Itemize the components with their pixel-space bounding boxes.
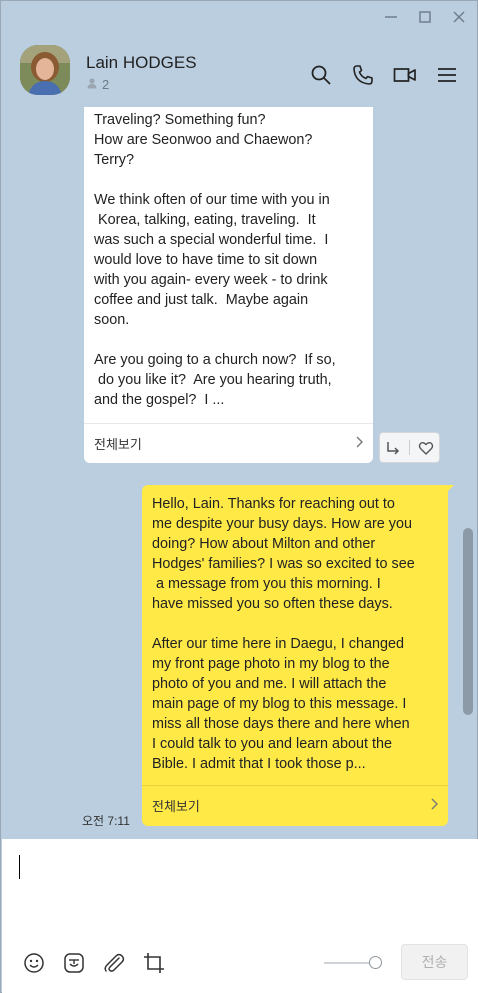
- message-reactions: [379, 432, 440, 463]
- see-all-label: 전체보기: [152, 798, 200, 814]
- member-count-value: 2: [102, 77, 110, 92]
- message-composer: 전송: [2, 839, 478, 993]
- video-icon[interactable]: [393, 63, 417, 87]
- outgoing-message: Hello, Lain. Thanks for reaching out to …: [142, 485, 454, 826]
- incoming-message: Traveling? Something fun? How are Seonwo…: [84, 107, 373, 463]
- chat-title: Lain HODGES: [86, 53, 197, 72]
- attach-icon[interactable]: [101, 950, 127, 976]
- see-all-label: 전체보기: [94, 436, 142, 452]
- chat-header: Lain HODGES 2: [1, 37, 477, 107]
- message-input[interactable]: [19, 853, 459, 933]
- window-controls: [381, 7, 469, 27]
- bubble-tail: [446, 485, 454, 493]
- emoticon-icon[interactable]: [61, 950, 87, 976]
- composer-tools: [21, 950, 167, 976]
- crop-icon[interactable]: [141, 950, 167, 976]
- opacity-slider-handle[interactable]: [369, 956, 382, 969]
- phone-icon[interactable]: [351, 63, 375, 87]
- minimize-icon[interactable]: [381, 7, 401, 27]
- message-timestamp: 오전 7:11: [82, 814, 130, 828]
- chevron-right-icon: [430, 797, 438, 813]
- emoji-icon[interactable]: [21, 950, 47, 976]
- divider: [408, 440, 410, 455]
- avatar[interactable]: [20, 45, 70, 95]
- chevron-right-icon: [355, 435, 363, 451]
- chat-window: Lain HODGES 2 Traveling? Something fun? …: [0, 0, 478, 993]
- search-icon[interactable]: [309, 63, 333, 87]
- outgoing-see-all-button[interactable]: 전체보기: [142, 785, 448, 825]
- text-caret: [19, 855, 20, 879]
- reply-icon[interactable]: [382, 437, 404, 459]
- header-actions: [309, 63, 459, 87]
- incoming-message-text: Traveling? Something fun? How are Seonwo…: [94, 112, 336, 408]
- person-icon: [86, 77, 98, 92]
- heart-icon[interactable]: [415, 437, 437, 459]
- close-icon[interactable]: [449, 7, 469, 27]
- outgoing-message-text: Hello, Lain. Thanks for reaching out to …: [152, 496, 415, 772]
- member-count: 2: [86, 77, 109, 92]
- send-button[interactable]: 전송: [401, 944, 468, 980]
- incoming-see-all-button[interactable]: 전체보기: [84, 423, 373, 463]
- maximize-icon[interactable]: [415, 7, 435, 27]
- menu-icon[interactable]: [435, 63, 459, 87]
- chat-scrollbar[interactable]: [463, 528, 473, 715]
